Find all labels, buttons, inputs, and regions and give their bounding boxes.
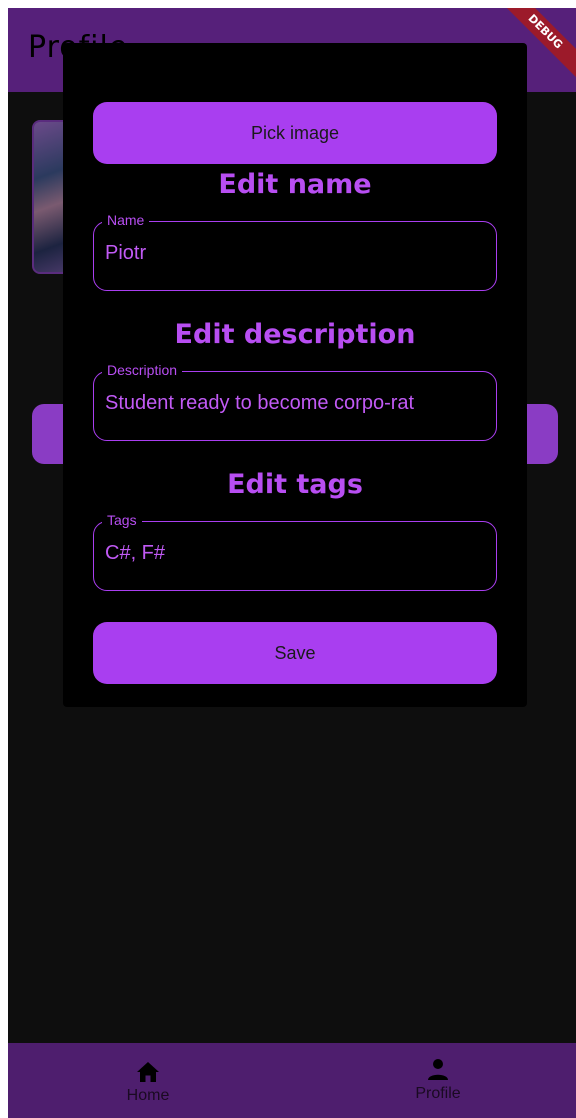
nav-item-home-label: Home <box>126 1087 170 1104</box>
tags-field-value: C#, F# <box>105 542 166 564</box>
person-icon <box>428 1059 448 1080</box>
edit-tags-heading: Edit tags <box>227 469 363 500</box>
nav-item-profile[interactable]: Profile <box>388 1043 488 1118</box>
pick-image-button[interactable]: Pick image <box>93 102 497 164</box>
save-button[interactable]: Save <box>93 622 497 684</box>
bottom-navigation-bar: Home Profile <box>8 1043 576 1118</box>
edit-profile-dialog: Pick image Edit name Name Piotr Edit des… <box>63 43 527 707</box>
name-field-label: Name <box>102 212 150 228</box>
app-screen: Profile DEBUG Pick image Edit name Name … <box>8 8 576 1118</box>
home-icon <box>137 1062 159 1082</box>
tags-field-label: Tags <box>102 512 142 528</box>
edit-description-heading: Edit description <box>174 319 416 350</box>
nav-item-home[interactable]: Home <box>98 1043 198 1118</box>
name-field[interactable]: Name Piotr <box>93 212 497 291</box>
description-field[interactable]: Description Student ready to become corp… <box>93 362 497 441</box>
tags-field[interactable]: Tags C#, F# <box>93 512 497 591</box>
description-field-label: Description <box>102 362 183 378</box>
edit-name-heading: Edit name <box>218 169 372 200</box>
name-field-value: Piotr <box>105 242 147 264</box>
description-field-value: Student ready to become corpo-rat <box>105 392 415 414</box>
nav-item-profile-label: Profile <box>415 1085 461 1102</box>
